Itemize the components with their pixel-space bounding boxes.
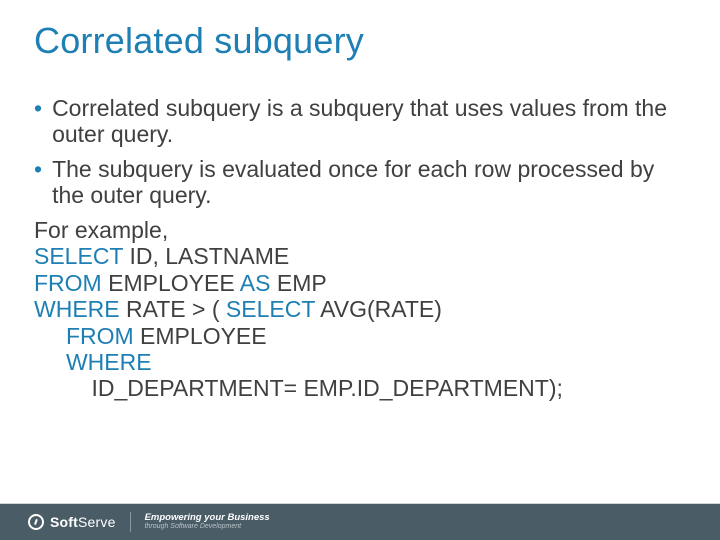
sql-keyword: SELECT	[34, 243, 123, 269]
bullet-text: The subquery is evaluated once for each …	[52, 156, 686, 209]
tagline: Empowering your Business through Softwar…	[145, 513, 270, 532]
sql-keyword: SELECT	[226, 296, 315, 322]
vertical-divider	[130, 512, 131, 532]
sql-keyword: FROM	[34, 270, 102, 296]
brand-name: SoftServe	[50, 514, 116, 530]
bullet-icon: •	[34, 156, 42, 209]
footer: SoftServe Empowering your Business throu…	[0, 504, 720, 540]
logo-icon	[28, 514, 44, 530]
bullet-text: Correlated subquery is a subquery that u…	[52, 95, 686, 148]
tagline-sub: through Software Development	[145, 523, 270, 531]
brand-prefix: Soft	[50, 514, 78, 530]
slide: Correlated subquery • Correlated subquer…	[0, 0, 720, 540]
sql-line-5: WHERE	[34, 349, 686, 375]
brand-logo: SoftServe	[28, 514, 116, 530]
brand-suffix: Serve	[78, 514, 116, 530]
sql-line-2: FROM EMPLOYEE AS EMP	[34, 270, 686, 296]
slide-title: Correlated subquery	[34, 20, 364, 62]
sql-indent	[34, 349, 66, 375]
sql-text: EMPLOYEE	[134, 323, 267, 349]
sql-line-6: ID_DEPARTMENT= EMP.ID_DEPARTMENT);	[34, 375, 686, 401]
sql-text: EMPLOYEE	[102, 270, 240, 296]
bullet-icon: •	[34, 95, 42, 148]
sql-text: RATE > (	[120, 296, 226, 322]
sql-text: ID_DEPARTMENT= EMP.ID_DEPARTMENT);	[92, 375, 563, 401]
sql-line-4: FROM EMPLOYEE	[34, 323, 686, 349]
sql-keyword: WHERE	[34, 296, 120, 322]
bullet-item: • The subquery is evaluated once for eac…	[34, 156, 686, 209]
sql-line-3: WHERE RATE > ( SELECT AVG(RATE)	[34, 296, 686, 322]
sql-keyword: WHERE	[66, 349, 152, 375]
sql-indent	[34, 375, 92, 401]
sql-indent	[34, 323, 66, 349]
sql-keyword: AS	[240, 270, 271, 296]
sql-text: ID, LASTNAME	[123, 243, 289, 269]
sql-text: EMP	[270, 270, 326, 296]
bullet-item: • Correlated subquery is a subquery that…	[34, 95, 686, 148]
example-label: For example,	[34, 217, 686, 243]
slide-content: • Correlated subquery is a subquery that…	[34, 95, 686, 402]
sql-keyword: FROM	[66, 323, 134, 349]
sql-text: AVG(RATE)	[315, 296, 442, 322]
sql-line-1: SELECT ID, LASTNAME	[34, 243, 686, 269]
tagline-main: Empowering your Business	[145, 513, 270, 524]
